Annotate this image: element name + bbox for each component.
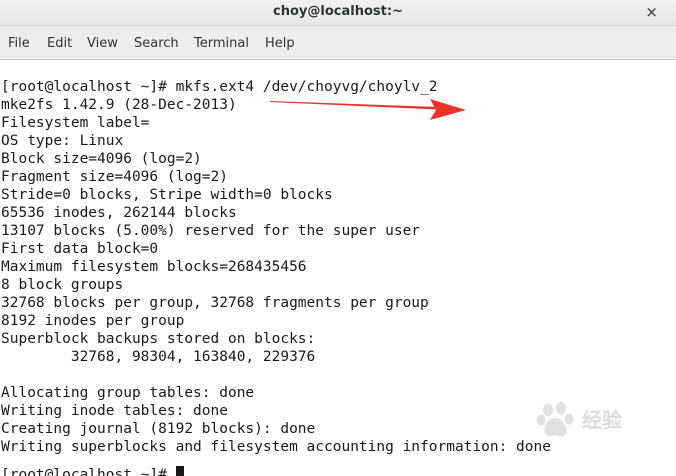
menu-help[interactable]: Help xyxy=(265,36,295,51)
terminal-line: Writing inode tables: done xyxy=(1,403,228,419)
title-bar[interactable]: choy@localhost:~ × xyxy=(0,0,676,26)
terminal-line: Stride=0 blocks, Stripe width=0 blocks xyxy=(1,187,333,203)
terminal-line: Writing superblocks and filesystem accou… xyxy=(1,439,551,455)
menu-file[interactable]: File xyxy=(8,36,30,51)
menu-view[interactable]: View xyxy=(87,36,118,51)
terminal-line: Allocating group tables: done xyxy=(1,385,255,401)
terminal-line: Creating journal (8192 blocks): done xyxy=(1,421,316,437)
terminal-line: 8 block groups xyxy=(1,277,124,293)
terminal-line: 32768, 98304, 163840, 229376 xyxy=(1,349,316,365)
terminal-window: choy@localhost:~ × File Edit View Search… xyxy=(0,0,676,476)
terminal-prompt-line[interactable]: [root@localhost ~]# xyxy=(1,466,184,476)
window-title: choy@localhost:~ xyxy=(273,4,403,19)
terminal-line: First data block=0 xyxy=(1,241,159,257)
terminal-line: 13107 blocks (5.00%) reserved for the su… xyxy=(1,223,421,239)
terminal-line: Fragment size=4096 (log=2) xyxy=(1,169,228,185)
terminal-line: Superblock backups stored on blocks: xyxy=(1,331,316,347)
terminal-line: Filesystem label= xyxy=(1,115,150,131)
menu-bar: File Edit View Search Terminal Help xyxy=(0,26,676,60)
terminal-line: 32768 blocks per group, 32768 fragments … xyxy=(1,295,429,311)
terminal-line: mke2fs 1.42.9 (28-Dec-2013) xyxy=(1,97,237,113)
menu-terminal[interactable]: Terminal xyxy=(194,36,249,51)
terminal-line: Block size=4096 (log=2) xyxy=(1,151,202,167)
terminal-line: 8192 inodes per group xyxy=(1,313,185,329)
terminal-line-command: [root@localhost ~]# mkfs.ext4 /dev/choyv… xyxy=(1,79,438,95)
terminal-line: OS type: Linux xyxy=(1,133,124,149)
text-cursor xyxy=(175,466,184,476)
red-arrow-icon xyxy=(270,99,466,120)
terminal-line: 65536 inodes, 262144 blocks xyxy=(1,205,237,221)
menu-search[interactable]: Search xyxy=(134,36,179,51)
baidu-paw-icon xyxy=(536,401,574,437)
terminal-line: Maximum filesystem blocks=268435456 xyxy=(1,259,307,275)
menu-edit[interactable]: Edit xyxy=(47,36,72,51)
watermark-text: 经验 xyxy=(582,408,622,432)
baidu-watermark: 经验 xyxy=(534,398,669,442)
close-icon[interactable]: × xyxy=(645,3,658,21)
prompt-text: [root@localhost ~]# xyxy=(1,467,176,476)
